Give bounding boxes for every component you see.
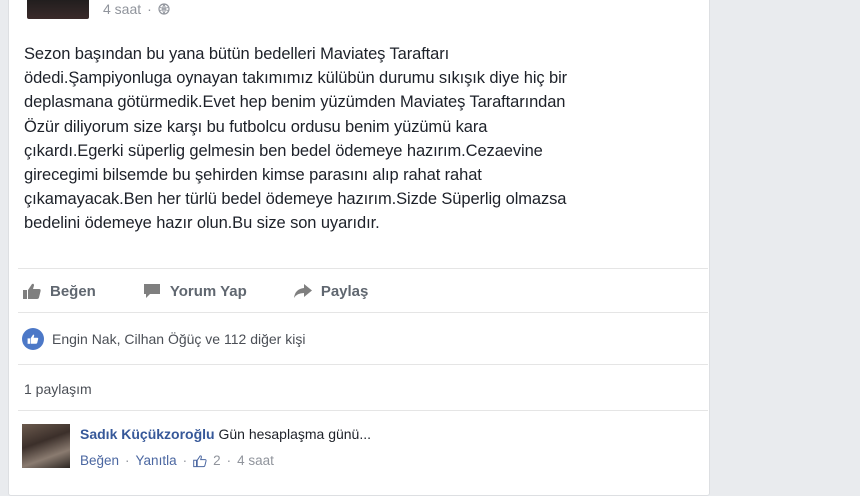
post-actions: Beğen Yorum Yap Paylaş <box>22 278 414 304</box>
comment-label: Yorum Yap <box>169 282 247 300</box>
commenter-name[interactable]: Sadık Küçükzoroğlu <box>80 426 215 442</box>
post-line: çıkardı.Egerki süperlig gelmesin ben bed… <box>24 141 543 160</box>
comment-line: Sadık Küçükzoroğlu Gün hesaplaşma günü..… <box>80 426 371 442</box>
post-line: deplasmana götürmedik.Evet hep benim yüz… <box>24 93 566 112</box>
thumbs-up-icon <box>23 283 41 299</box>
share-icon <box>293 284 312 298</box>
post-timestamp[interactable]: 4 saat <box>103 1 141 17</box>
post-line: Özür diliyorum size karşı bu futbolcu or… <box>24 117 488 136</box>
commenter-avatar[interactable] <box>22 424 70 468</box>
like-badge-icon <box>22 328 44 350</box>
divider <box>18 364 708 365</box>
author-avatar[interactable] <box>27 0 89 19</box>
post-line: Sezon başından bu yana bütün bedelleri M… <box>24 45 450 63</box>
comment-like-button[interactable]: Beğen <box>80 453 119 468</box>
like-label: Beğen <box>50 282 96 300</box>
comment-reply-button[interactable]: Yanıtla <box>136 453 177 468</box>
comment-text: Gün hesaplaşma günü... <box>218 426 372 442</box>
separator: · <box>182 453 188 468</box>
divider <box>18 312 708 313</box>
reactions-text[interactable]: Engin Nak, Cilhan Öğüç ve 112 diğer kişi <box>52 331 305 347</box>
comment-icon <box>143 284 160 298</box>
reactions-summary[interactable]: Engin Nak, Cilhan Öğüç ve 112 diğer kişi <box>22 328 305 350</box>
share-button[interactable]: Paylaş <box>293 282 369 300</box>
thumbs-up-outline-icon <box>193 454 207 467</box>
separator: · <box>226 453 232 468</box>
divider <box>18 268 708 269</box>
post-line: girecegimi bilsemde bu şehirden kimse pa… <box>24 166 482 185</box>
comment-button[interactable]: Yorum Yap <box>142 282 247 300</box>
post-line: çıkamayacak.Ben her türlü bedel ödemeye … <box>24 190 567 209</box>
post-line: ödedi.Şampiyonluga oynayan takımımız kül… <box>24 69 568 88</box>
separator: · <box>125 453 130 468</box>
comment: Sadık Küçükzoroğlu Gün hesaplaşma günü..… <box>22 420 702 480</box>
globe-icon <box>158 3 170 15</box>
comment-timestamp[interactable]: 4 saat <box>237 453 274 468</box>
divider <box>18 410 708 411</box>
share-label: Paylaş <box>320 282 369 300</box>
shares-count[interactable]: 1 paylaşım <box>24 381 92 397</box>
post-line: bedelini ödemeye hazır olun.Bu size son … <box>24 214 380 233</box>
post-meta: 4 saat · <box>103 1 170 17</box>
comment-like-count[interactable]: 2 <box>213 453 221 468</box>
like-button[interactable]: Beğen <box>22 282 96 300</box>
comment-actions: Beğen · Yanıtla · 2 · 4 saat <box>80 453 274 468</box>
post-text: Sezon başından bu yana bütün bedelleri M… <box>24 42 704 236</box>
